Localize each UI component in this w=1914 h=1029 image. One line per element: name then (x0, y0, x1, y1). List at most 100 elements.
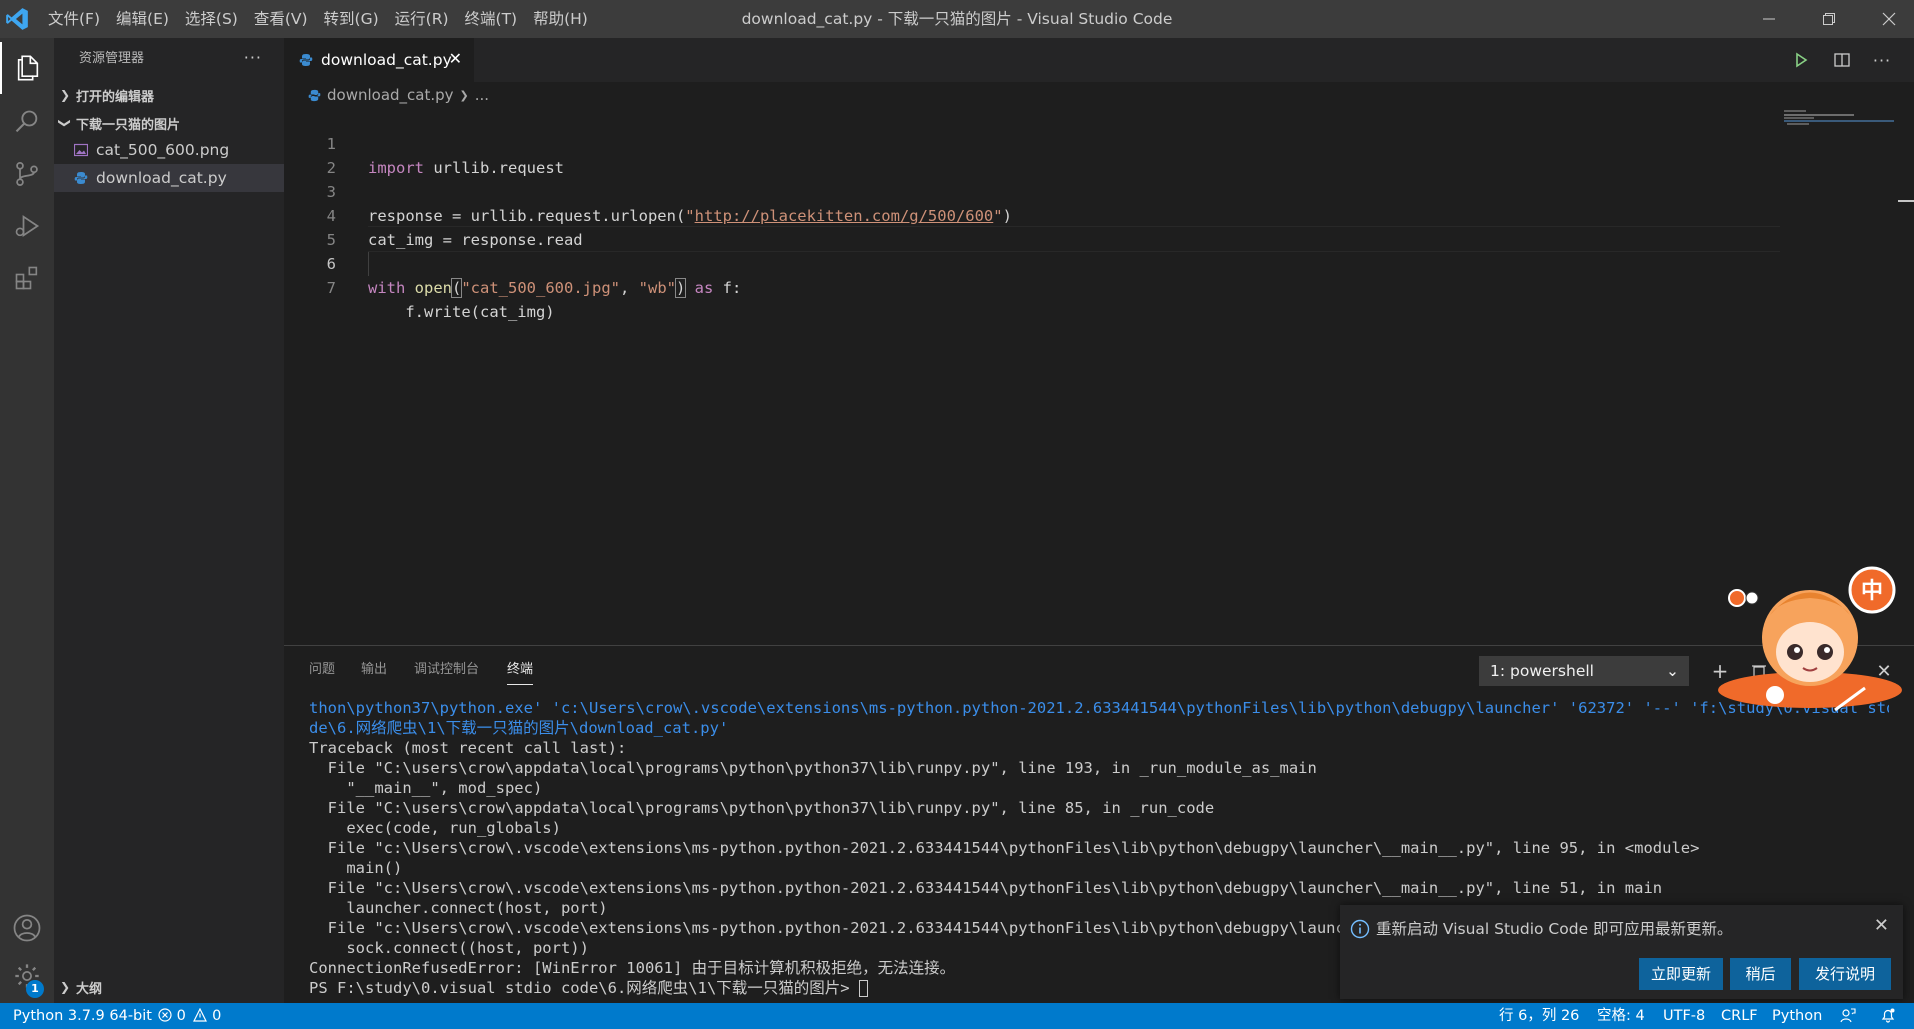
restore-button[interactable] (1806, 0, 1852, 38)
search-icon (15, 110, 38, 133)
file-name: download_cat.py (96, 169, 227, 187)
close-window-button[interactable] (1866, 0, 1912, 38)
file-item-download-cat-py[interactable]: download_cat.py (54, 164, 284, 192)
bell-icon (1881, 1008, 1895, 1023)
menu-bar: 文件(F) 编辑(E) 选择(S) 查看(V) 转到(G) 运行(R) 终端(T… (40, 0, 596, 38)
terminal-cursor (858, 980, 868, 997)
vscode-logo-icon (6, 8, 28, 30)
code-line-2: 2 (284, 132, 1784, 177)
release-notes-button[interactable]: 发行说明 (1799, 958, 1891, 990)
feedback-button[interactable] (1840, 1003, 1856, 1029)
editor-tabs: download_cat.py ✕ ··· (284, 38, 1914, 82)
indentation[interactable]: 空格: 4 (1597, 1003, 1645, 1029)
open-editors-label: 打开的编辑器 (76, 89, 155, 105)
python-file-icon (308, 89, 321, 101)
tab-problems[interactable]: 问题 (309, 656, 335, 684)
code-line-1: 1 import urllib.request (284, 108, 1784, 177)
update-notification: 重新启动 Visual Studio Code 即可应用最新更新。 ✕ 立即更新… (1340, 905, 1903, 999)
menu-go[interactable]: 转到(G) (316, 0, 387, 38)
tab-terminal[interactable]: 终端 (507, 656, 534, 685)
later-button[interactable]: 稍后 (1730, 958, 1791, 990)
minimap-line (1784, 110, 1806, 112)
terminal-line: File "C:\users\crow\appdata\local\progra… (309, 759, 1317, 777)
folder-section[interactable]: ❯ 下载一只猫的图片 (54, 110, 284, 136)
run-debug-icon (15, 215, 40, 237)
error-icon (158, 1008, 172, 1022)
more-icon: ··· (1872, 50, 1892, 70)
explorer-button[interactable] (0, 42, 54, 94)
run-file-button[interactable] (1789, 48, 1813, 72)
restore-icon (1823, 13, 1835, 25)
terminal-line: exec(code, run_globals) (309, 819, 561, 837)
split-editor-button[interactable] (1830, 48, 1854, 72)
code-line-4: 4 cat_img = response.read (284, 180, 1784, 249)
breadcrumb-symbols[interactable]: ... (475, 86, 489, 104)
minimize-button[interactable] (1746, 0, 1792, 38)
minimap[interactable] (1784, 108, 1894, 528)
status-bar: Python 3.7.9 64-bit 0 0 行 6，列 26 空格: 4 U… (0, 1003, 1914, 1029)
tab-download-cat-py[interactable]: download_cat.py ✕ (284, 38, 474, 82)
paren: ) (674, 278, 687, 298)
problems-indicator[interactable]: 0 0 (158, 1003, 221, 1029)
python-interpreter[interactable]: Python 3.7.9 64-bit (13, 1003, 152, 1029)
manage-button[interactable]: 1 (0, 950, 54, 1002)
extensions-button[interactable] (0, 252, 54, 304)
account-icon (13, 914, 41, 942)
menu-run[interactable]: 运行(R) (387, 0, 457, 38)
run-debug-button[interactable] (0, 200, 54, 252)
menu-view[interactable]: 查看(V) (246, 0, 316, 38)
notifications-button[interactable] (1880, 1003, 1896, 1029)
mascot-sticker-icon: 中 (1718, 566, 1902, 712)
terminal-select[interactable]: 1: powershell ⌄ (1479, 656, 1689, 686)
tab-debug-console[interactable]: 调试控制台 (414, 656, 479, 684)
python-file-icon (299, 54, 313, 66)
file-name: cat_500_600.png (96, 141, 230, 159)
outline-section[interactable]: ❯ 大纲 (54, 974, 284, 1000)
menu-file[interactable]: 文件(F) (40, 0, 108, 38)
language-mode[interactable]: Python (1772, 1003, 1822, 1029)
function-open: open (414, 279, 452, 297)
minimap-line (1784, 120, 1894, 122)
warning-count: 0 (212, 1008, 222, 1024)
update-now-button[interactable]: 立即更新 (1639, 958, 1723, 990)
menu-terminal[interactable]: 终端(T) (457, 0, 526, 38)
update-badge: 1 (26, 980, 44, 998)
editor-more-actions-button[interactable]: ··· (1870, 48, 1894, 72)
more-actions-button[interactable]: ··· (244, 38, 262, 78)
title-bar: 文件(F) 编辑(E) 选择(S) 查看(V) 转到(G) 运行(R) 终端(T… (0, 0, 1914, 38)
menu-help[interactable]: 帮助(H) (525, 0, 596, 38)
code-line-6: 6 with open("cat_500_600.jpg", "wb") as … (284, 228, 1784, 298)
terminal-select-value: 1: powershell (1490, 662, 1594, 680)
play-icon (1796, 52, 1808, 68)
cursor-position[interactable]: 行 6，列 26 (1499, 1003, 1579, 1029)
menu-selection[interactable]: 选择(S) (177, 0, 246, 38)
string-literal: "wb" (638, 279, 676, 297)
file-item-cat-png[interactable]: cat_500_600.png (54, 136, 284, 164)
line-ending[interactable]: CRLF (1721, 1003, 1758, 1029)
terminal-line: thon\python37\python.exe' 'c:\Users\crow… (309, 699, 1889, 717)
search-button[interactable] (0, 96, 54, 148)
close-notification-icon[interactable]: ✕ (1874, 915, 1889, 936)
close-tab-icon[interactable]: ✕ (449, 49, 462, 68)
terminal-line: de\6.网络爬虫\1\下载一只猫的图片\download_cat.py' (309, 719, 729, 737)
code-editor[interactable]: 1 import urllib.request 2 3 response = u… (284, 108, 1784, 638)
close-icon (1882, 12, 1896, 26)
outline-label: 大纲 (76, 981, 103, 997)
source-control-button[interactable] (0, 148, 54, 200)
explorer-sidebar: 资源管理器 ··· ❯ 打开的编辑器 ❯ 下载一只猫的图片 cat_500_60… (54, 38, 284, 1003)
menu-edit[interactable]: 编辑(E) (108, 0, 177, 38)
editor-scrollbar[interactable] (1898, 108, 1914, 638)
terminal-line: File "C:\users\crow\appdata\local\progra… (309, 799, 1215, 817)
source-control-icon (16, 162, 38, 186)
open-editors-section[interactable]: ❯ 打开的编辑器 (54, 82, 284, 108)
breadcrumb: download_cat.py ❯ ... (308, 82, 489, 108)
svg-text:中: 中 (1861, 579, 1883, 604)
breadcrumb-file[interactable]: download_cat.py (327, 86, 454, 104)
tab-output[interactable]: 输出 (361, 656, 387, 684)
terminal-line: main() (309, 859, 403, 877)
info-icon (1350, 919, 1370, 939)
feedback-icon (1840, 1008, 1856, 1023)
chevron-down-icon: ⌄ (1666, 662, 1679, 680)
encoding[interactable]: UTF-8 (1663, 1003, 1705, 1029)
accounts-button[interactable] (0, 902, 54, 954)
